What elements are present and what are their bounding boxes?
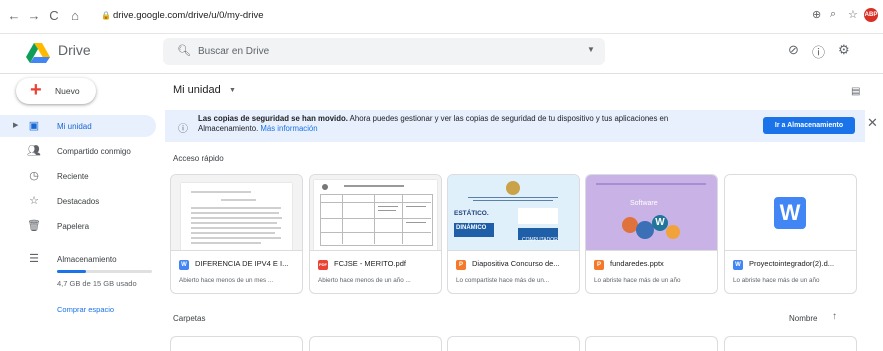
info-icon: ⓘ [178, 124, 188, 135]
file-meta: Abierto hace menos de un mes ... [179, 277, 274, 284]
file-name: fundaredes.pptx [610, 259, 664, 268]
address-bar[interactable]: drive.google.com/drive/u/0/my-drive [113, 10, 263, 21]
folder-card[interactable] [170, 336, 303, 351]
file-meta: Abierto hace menos de un año ... [318, 277, 411, 284]
app-name[interactable]: Drive [58, 42, 91, 58]
folder-card[interactable] [585, 336, 718, 351]
slide-text: DINÁMICO [456, 225, 487, 231]
file-thumbnail [171, 175, 302, 250]
word-file-icon: W [179, 260, 189, 270]
forward-icon[interactable]: → [26, 8, 42, 23]
powerpoint-file-icon: P [594, 260, 604, 270]
page-title[interactable]: Mi unidad [173, 84, 221, 96]
file-meta: Lo abriste hace más de un año [594, 277, 681, 284]
arrow-up-icon[interactable]: ↑ [832, 311, 837, 322]
home-icon[interactable]: ⌂ [67, 8, 83, 23]
zoom-icon[interactable]: ⌕ [830, 8, 836, 21]
sidebar-item-shared[interactable]: Compartido conmigo [57, 147, 131, 156]
bookmark-star-icon[interactable]: ☆ [848, 8, 858, 21]
people-icon: 👥︎ [27, 145, 41, 157]
search-input[interactable] [198, 40, 578, 62]
slides-file-icon: P [456, 260, 466, 270]
new-button-label: Nuevo [55, 86, 80, 96]
quick-access-card[interactable]: W W Proyectointegrador(2).d... Lo abrist… [724, 174, 857, 294]
slide-text: ESTÁTICO. [454, 210, 489, 217]
trash-icon: 🗑︎ [27, 220, 41, 232]
header-divider [0, 73, 883, 74]
file-info: W DIFERENCIA DE IPV4 E I... Abierto hace… [171, 250, 302, 293]
search-options-icon[interactable]: ▼ [587, 45, 595, 54]
lock-icon: 🔒 [101, 11, 111, 20]
star-icon: ☆ [29, 195, 39, 207]
storage-usage-text: 4,7 GB de 15 GB usado [57, 279, 137, 288]
folder-card[interactable] [724, 336, 857, 351]
file-meta: Lo compartiste hace más de un... [456, 277, 550, 284]
drive-logo[interactable] [26, 43, 50, 63]
file-info: PDF FCJSE - MERITO.pdf Abierto hace meno… [310, 250, 441, 293]
sidebar-item-starred[interactable]: Destacados [57, 197, 99, 206]
chevron-down-icon[interactable]: ▼ [229, 87, 236, 94]
file-name: Diapositiva Concurso de... [472, 259, 560, 268]
pdf-file-icon: PDF [318, 260, 328, 270]
folder-card[interactable] [447, 336, 580, 351]
folders-heading: Carpetas [173, 314, 206, 323]
close-icon[interactable]: ✕ [867, 115, 878, 131]
file-thumbnail: Software W [586, 175, 717, 250]
plus-icon: + [30, 79, 42, 101]
sidebar-item-trash[interactable]: Papelera [57, 222, 89, 231]
slide-text: COMPUTADOR [522, 237, 558, 243]
file-name: Proyectointegrador(2).d... [749, 259, 835, 268]
file-thumbnail: ESTÁTICO. DINÁMICO COMPUTADOR [448, 175, 579, 250]
quick-access-card[interactable]: W DIFERENCIA DE IPV4 E I... Abierto hace… [170, 174, 303, 294]
storage-icon: ☰ [29, 253, 39, 265]
banner-message: Las copias de seguridad se han movido. A… [198, 114, 718, 134]
word-file-icon: W [733, 260, 743, 270]
sidebar-item-label: Mi unidad [57, 122, 92, 131]
quick-access-heading: Acceso rápido [173, 154, 224, 163]
buy-storage-link[interactable]: Comprar espacio [57, 305, 114, 314]
quick-access-card[interactable]: PDF FCJSE - MERITO.pdf Abierto hace meno… [309, 174, 442, 294]
file-thumbnail [310, 175, 441, 250]
file-info: W Proyectointegrador(2).d... Lo abriste … [725, 250, 856, 293]
banner-title: Las copias de seguridad se han movido. [198, 114, 348, 123]
help-icon[interactable]: ⓘ [812, 42, 825, 61]
quick-access-card[interactable]: Software W P fundaredes.pptx Lo abriste … [585, 174, 718, 294]
storage-bar-fill [57, 270, 86, 273]
file-thumbnail: W [725, 175, 856, 250]
adblock-extension-icon[interactable]: ABP [864, 8, 878, 22]
sidebar-item-recent[interactable]: Reciente [57, 172, 89, 181]
file-name: FCJSE - MERITO.pdf [334, 259, 406, 268]
sidebar-item-storage[interactable]: Almacenamiento [57, 255, 117, 264]
settings-icon[interactable]: ⚙ [838, 42, 850, 58]
sort-by-name[interactable]: Nombre [789, 314, 817, 323]
extensions-icon[interactable]: ⊕ [812, 8, 821, 21]
go-to-storage-button[interactable]: Ir a Almacenamiento [763, 117, 855, 134]
file-meta: Lo abriste hace más de un año [733, 277, 820, 284]
clock-icon: ◷ [29, 170, 39, 182]
file-info: P Diapositiva Concurso de... Lo comparti… [448, 250, 579, 293]
quick-access-card[interactable]: ESTÁTICO. DINÁMICO COMPUTADOR P Diaposit… [447, 174, 580, 294]
slide-text: Software [630, 200, 658, 207]
list-view-icon[interactable]: ▤ [851, 86, 860, 97]
folder-card[interactable] [309, 336, 442, 351]
expand-arrow-icon[interactable]: ▶ [13, 121, 18, 129]
file-info: P fundaredes.pptx Lo abriste hace más de… [586, 250, 717, 293]
learn-more-link[interactable]: Más información [260, 124, 317, 133]
reload-icon[interactable]: C [46, 8, 62, 23]
back-icon[interactable]: ← [6, 8, 22, 23]
file-name: DIFERENCIA DE IPV4 E I... [195, 259, 289, 268]
drive-icon: ▣ [28, 120, 40, 132]
word-large-icon: W [774, 197, 806, 229]
search-icon[interactable]: 🔍︎ [177, 44, 191, 57]
ready-offline-icon[interactable]: ⊘ [788, 42, 799, 58]
